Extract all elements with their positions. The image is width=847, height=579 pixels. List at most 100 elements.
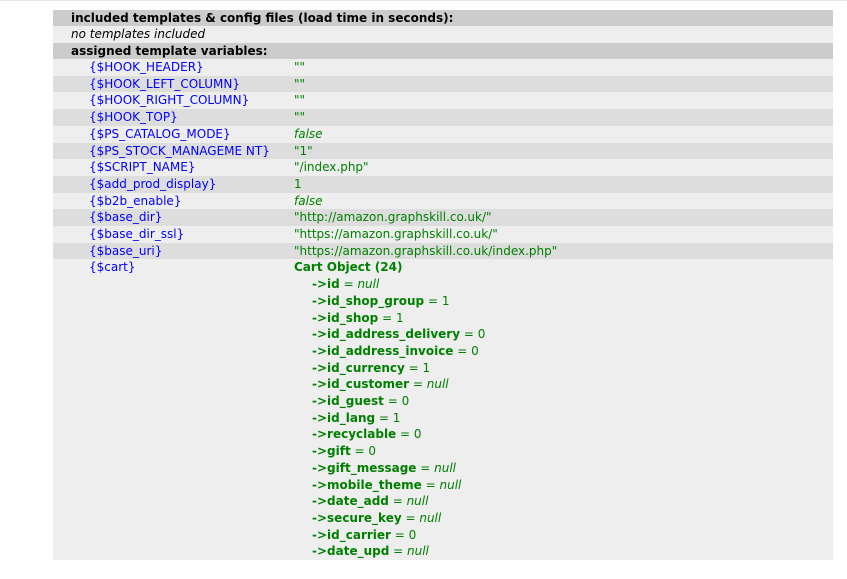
cart-property-equals: = — [421, 477, 440, 492]
cart-property-name: ->id_guest — [312, 394, 384, 409]
cart-object-value: Cart Object (24) ->id = null ->id_shop_gro… — [294, 259, 833, 560]
cart-property-value: 0 — [471, 343, 479, 358]
cart-property: ->id = null — [294, 276, 833, 293]
cart-property: ->gift = 0 — [294, 443, 833, 460]
cart-property: ->id_currency = 1 — [294, 360, 833, 377]
cart-property-name: ->id_carrier — [312, 527, 391, 542]
cart-property-value: 0 — [368, 444, 377, 459]
cart-property: ->date_add = null — [294, 493, 833, 510]
cart-property-value: null — [357, 277, 380, 292]
cart-property-name: ->id_shop_group — [312, 293, 425, 308]
variable-row: {$base_dir} "http://amazon.graphskill.co.… — [53, 209, 833, 227]
cart-property-equals: = — [409, 377, 427, 392]
cart-object-title: Cart Object (24) — [294, 260, 403, 275]
cart-property: ->mobile_theme = null — [294, 477, 833, 494]
cart-property-equals: = — [396, 427, 414, 442]
cart-property-name: ->id_address_delivery — [312, 327, 461, 342]
cart-property: ->id_carrier = 0 — [294, 527, 833, 544]
cart-property: ->id_address_invoice = 0 — [294, 343, 833, 360]
variable-name: {$HOOK_TOP} — [89, 110, 178, 125]
cart-property-name: ->secure_key — [312, 510, 402, 525]
cart-property: ->id_lang = 1 — [294, 410, 833, 427]
cart-property: ->date_upd = null — [294, 543, 833, 560]
variable-row: {$SCRIPT_NAME} "/index.php" — [53, 159, 833, 176]
cart-property-name: ->date_add — [312, 494, 389, 509]
variable-value: "https://amazon.graphskill.co.uk/index.p… — [294, 243, 558, 258]
assigned-variables-header: assigned template variables: — [53, 43, 833, 59]
cart-property: ->id_shop_group = 1 — [294, 293, 833, 310]
cart-property-value: 1 — [392, 410, 401, 425]
cart-property-equals: = — [378, 310, 396, 325]
cart-property-equals: = — [460, 327, 478, 342]
cart-property-equals: = — [350, 444, 369, 459]
cart-property-name: ->date_upd — [312, 544, 390, 559]
variable-row: {$PS_CATALOG_MODE} false — [53, 125, 833, 143]
cart-property: ->gift_message = null — [294, 460, 833, 477]
cart-property: ->id_customer = null — [294, 376, 833, 393]
smarty-debug-panel: included templates & config files (load … — [53, 10, 833, 561]
variable-name: {$PS_CATALOG_MODE} — [89, 126, 231, 141]
variable-name: {$HOOK_HEADER} — [89, 60, 204, 74]
variable-name: {$cart} — [89, 260, 136, 275]
variable-value: "1" — [294, 143, 313, 158]
variable-row: {$b2b_enable} false — [53, 192, 833, 210]
cart-property-name: ->id_shop — [312, 310, 379, 325]
variable-row: {$HOOK_HEADER} "" — [53, 59, 833, 76]
included-templates-header: included templates & config files (load … — [53, 10, 833, 26]
variable-value: "/index.php" — [294, 160, 369, 175]
variable-name: {$PS_STOCK_MANAGEME NT} — [89, 143, 270, 158]
variable-row: {$base_uri} "https://amazon.graphskill.co… — [53, 242, 833, 260]
cart-property-value: 0 — [413, 427, 422, 442]
variable-name: {$HOOK_LEFT_COLUMN} — [89, 76, 241, 91]
cart-property: ->secure_key = null — [294, 510, 833, 527]
variable-row: {$base_dir_ssl} "https://amazon.graphskil… — [53, 226, 833, 243]
no-templates-note: no templates included — [53, 26, 833, 43]
variable-value: "https://amazon.graphskill.co.uk/" — [294, 227, 498, 242]
top-divider — [0, 0, 847, 5]
variable-value: false — [294, 193, 323, 208]
cart-property-equals: = — [390, 527, 409, 542]
variable-name: {$base_dir_ssl} — [89, 227, 185, 242]
variable-row: {$HOOK_LEFT_COLUMN} "" — [53, 75, 833, 93]
cart-property-value: null — [426, 377, 449, 392]
cart-property-value: 1 — [441, 293, 450, 308]
cart-property-equals: = — [339, 277, 358, 292]
variable-value: "" — [294, 76, 306, 91]
variable-row: {$HOOK_RIGHT_COLUMN} "" — [53, 92, 833, 110]
cart-property-equals: = — [383, 394, 402, 409]
cart-property-equals: = — [401, 510, 420, 525]
variable-name: {$add_prod_display} — [89, 176, 217, 191]
variable-name: {$b2b_enable} — [89, 193, 182, 208]
cart-property-name: ->gift — [312, 444, 351, 459]
cart-property-name: ->id_lang — [312, 410, 376, 425]
variable-name: {$base_uri} — [89, 243, 163, 258]
cart-property-equals: = — [389, 544, 408, 559]
cart-property-value: null — [434, 460, 457, 475]
variable-value: "" — [294, 110, 306, 125]
cart-property-name: ->id — [312, 277, 340, 292]
cart-property-value: 0 — [401, 394, 410, 409]
cart-property-equals: = — [416, 460, 435, 475]
cart-property-value: null — [406, 494, 429, 509]
cart-property-value: null — [419, 510, 442, 525]
cart-property-name: ->gift_message — [312, 460, 417, 475]
variable-value: "" — [294, 93, 306, 108]
variable-value: false — [294, 126, 323, 141]
cart-property-equals: = — [404, 360, 423, 375]
cart-property-name: ->recyclable — [312, 427, 397, 442]
cart-property: ->id_guest = 0 — [294, 393, 833, 410]
variable-row: {$PS_STOCK_MANAGEME NT} "1" — [53, 142, 833, 160]
variable-name: {$HOOK_RIGHT_COLUMN} — [89, 93, 250, 108]
cart-property-value: 0 — [408, 527, 417, 542]
cart-property-value: 0 — [477, 327, 486, 342]
variable-row: {$HOOK_TOP} "" — [53, 109, 833, 126]
cart-property-value: null — [439, 477, 462, 492]
variables-table: {$HOOK_HEADER} "" {$HOOK_LEFT_COLUMN} "" {$H… — [53, 59, 833, 561]
cart-property: ->id_address_delivery = 0 — [294, 326, 833, 343]
cart-property-equals: = — [453, 343, 472, 358]
cart-property-name: ->id_customer — [312, 377, 410, 392]
variable-value: "http://amazon.graphskill.co.uk/" — [294, 210, 492, 225]
cart-property-name: ->id_currency — [312, 360, 405, 375]
variable-row: {$add_prod_display} 1 — [53, 175, 833, 193]
cart-property-equals: = — [375, 410, 393, 425]
